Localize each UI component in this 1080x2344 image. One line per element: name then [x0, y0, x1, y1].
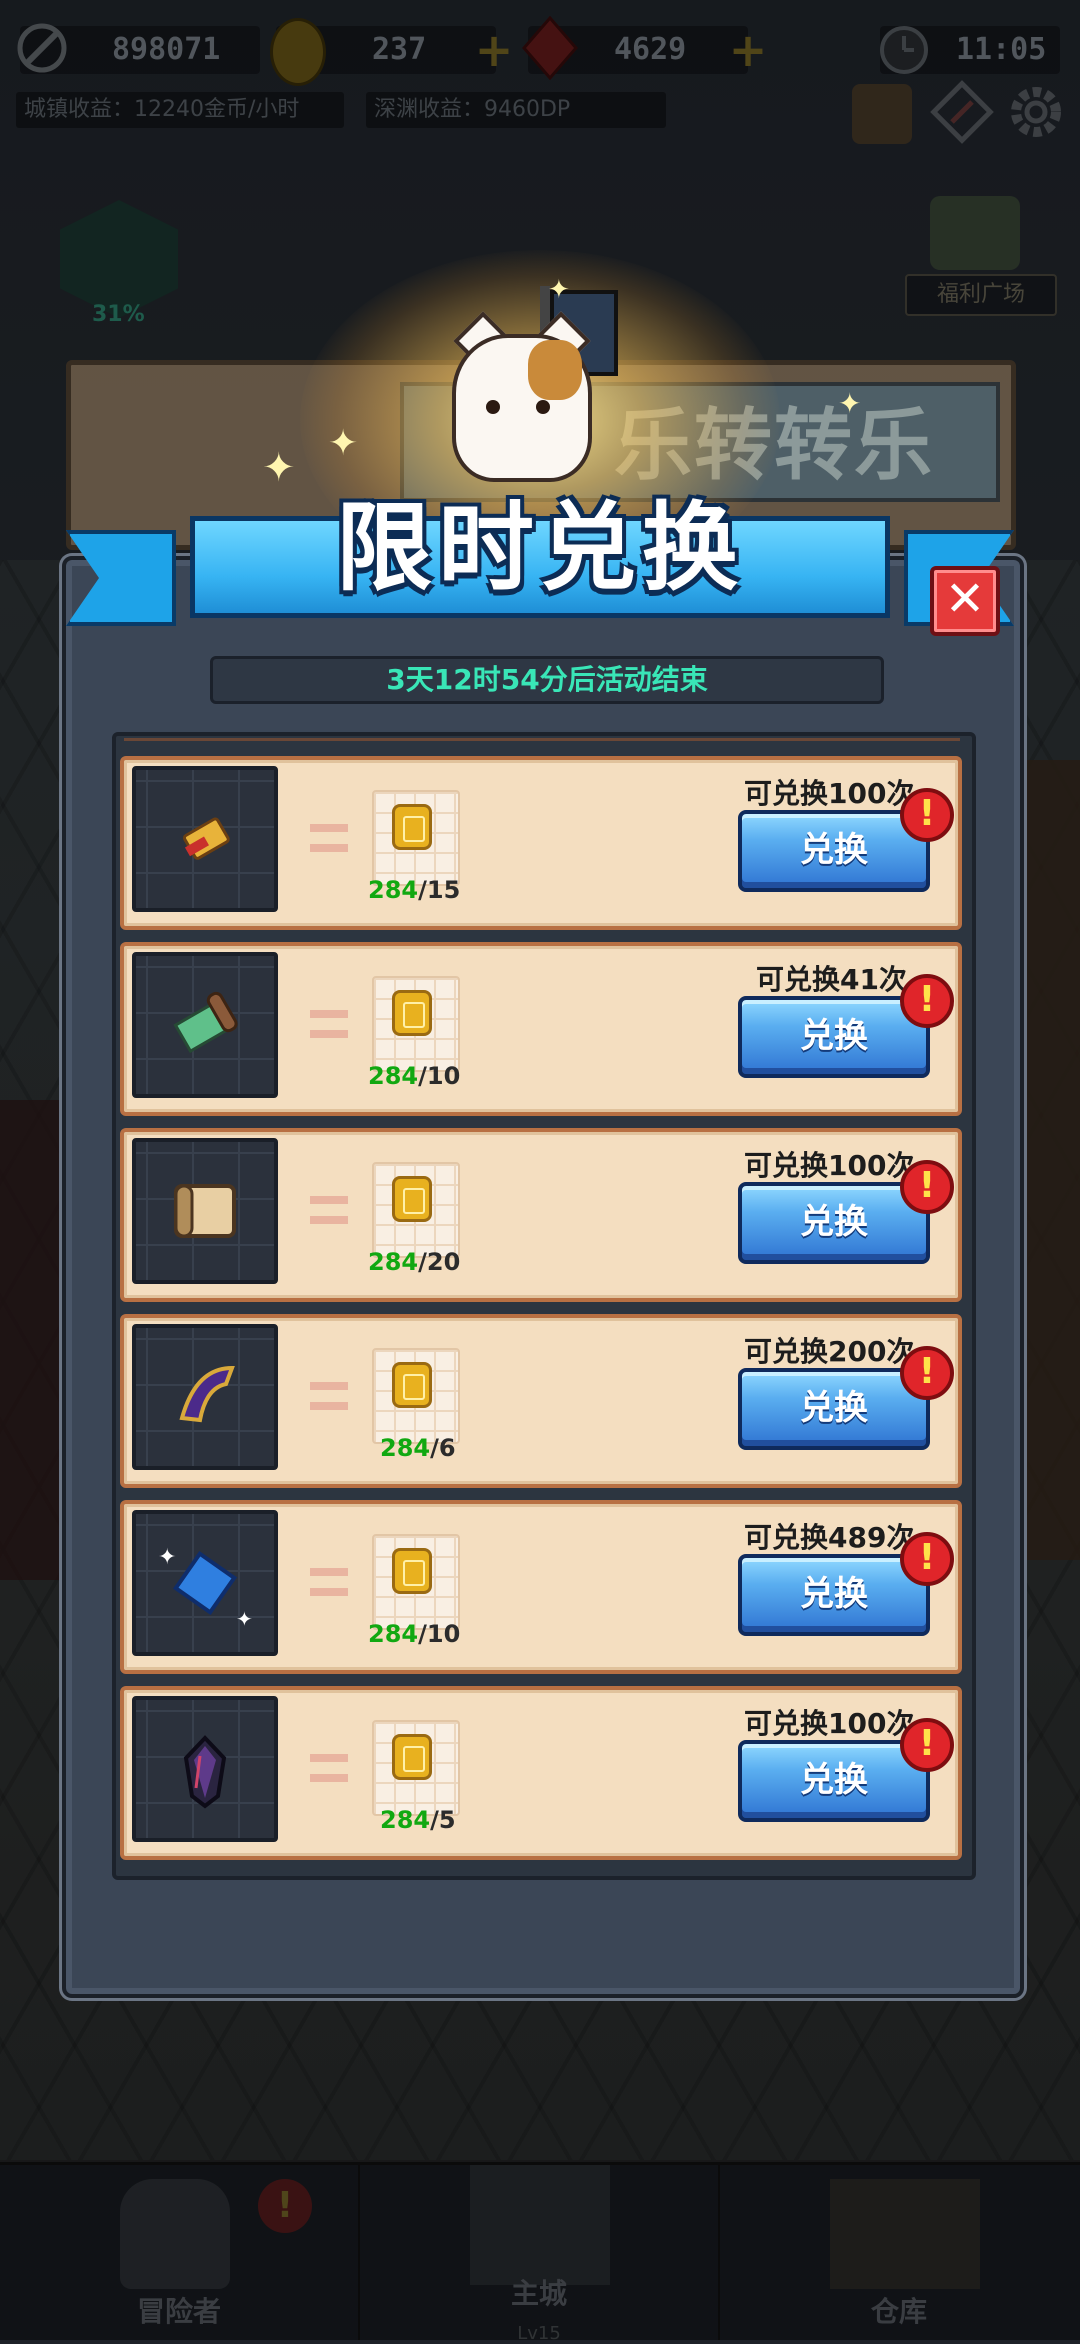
- panel-title: 限时兑换: [336, 492, 744, 604]
- reward-slot[interactable]: [132, 766, 278, 912]
- time-value: 11:05: [956, 32, 1047, 67]
- power-resource: 898071: [17, 23, 260, 74]
- equals-sign: [310, 1010, 348, 1040]
- reward-slot[interactable]: [132, 1324, 278, 1470]
- event-token-icon: [392, 1176, 432, 1222]
- gem-value: 4629: [614, 32, 687, 67]
- exchange-row: 284/10 可兑换41次 兑换 !: [120, 942, 962, 1116]
- exchange-row: 284/15 可兑换100次 兑换 !: [120, 756, 962, 930]
- clock-icon: [880, 26, 928, 74]
- gold-value: 237: [372, 32, 427, 67]
- nav-adventurer[interactable]: ! 冒险者: [0, 2165, 360, 2340]
- cost-count: 284/6: [380, 1434, 456, 1462]
- purple-scroll-icon: [179, 1365, 235, 1423]
- town-income: 城镇收益：12240金币/小时: [16, 92, 344, 128]
- cat-eye-right: [536, 400, 550, 414]
- blue-crystal-ticket-icon: ✦✦: [158, 1545, 253, 1631]
- abyss-progress-percent: 31%: [92, 302, 145, 327]
- event-token-icon: [392, 1362, 432, 1408]
- sparkle-icon: ✦: [328, 423, 359, 464]
- knight-helmet-icon: [120, 2179, 230, 2289]
- exchange-row: ✦ ✦ 284/10 可兑换489次 兑换 !: [120, 1500, 962, 1674]
- welfare-gift-icon[interactable]: [930, 196, 1020, 270]
- event-token-icon: [392, 1734, 432, 1780]
- gold-resource: 237 +: [270, 18, 513, 86]
- abyss-income: 深渊收益：9460DP: [366, 92, 666, 128]
- tag-icon: [183, 817, 230, 860]
- nav-main-city-level: Lv15: [517, 2323, 561, 2344]
- add-gem-button[interactable]: +: [728, 27, 768, 73]
- reward-slot[interactable]: [132, 952, 278, 1098]
- event-token-icon: [392, 804, 432, 850]
- sword-icon: [17, 23, 67, 73]
- castle-icon: [470, 2165, 610, 2285]
- nav-main-city[interactable]: 主城 Lv15: [360, 2165, 720, 2344]
- reward-slot[interactable]: ✦ ✦: [132, 1510, 278, 1656]
- equals-sign: [310, 1382, 348, 1412]
- cost-count: 284/10: [368, 1062, 461, 1090]
- background-building-right: [1020, 760, 1080, 1560]
- alert-badge: !: [900, 1532, 954, 1586]
- sparkle-icon: ✦: [838, 387, 862, 420]
- warehouse-icon: [830, 2179, 980, 2289]
- alert-badge: !: [900, 974, 954, 1028]
- sparkle-icon: ✦: [548, 275, 570, 305]
- add-gold-button[interactable]: +: [474, 27, 514, 73]
- exchange-row: 284/5 可兑换100次 兑换 !: [120, 1686, 962, 1860]
- exchange-row: 284/20 可兑换100次 兑换 !: [120, 1128, 962, 1302]
- nav-warehouse[interactable]: 仓库: [720, 2165, 1078, 2340]
- nav-main-city-label: 主城: [510, 2277, 567, 2310]
- alert-badge: !: [900, 788, 954, 842]
- nav-adventurer-label: 冒险者: [136, 2295, 221, 2328]
- gem-resource: 4629 +: [522, 16, 767, 80]
- gift-event-icon[interactable]: [852, 84, 912, 144]
- dark-gem-icon: [183, 1735, 227, 1809]
- cost-count: 284/15: [368, 876, 461, 904]
- alert-badge: !: [900, 1346, 954, 1400]
- red-gem-icon: [522, 16, 578, 80]
- event-token-icon: [392, 990, 432, 1036]
- clock: 11:05: [880, 26, 1060, 74]
- equals-sign: [310, 1754, 348, 1784]
- equals-sign: [310, 1568, 348, 1598]
- svg-text:✦: ✦: [236, 1607, 253, 1631]
- welfare-plaza-button[interactable]: 福利广场: [905, 274, 1057, 316]
- reward-slot[interactable]: [132, 1138, 278, 1284]
- gear-icon[interactable]: [1004, 80, 1068, 144]
- equals-sign: [310, 824, 348, 854]
- list-divider: [124, 738, 960, 749]
- power-value: 898071: [112, 32, 221, 67]
- reward-slot[interactable]: [132, 1696, 278, 1842]
- cost-count: 284/10: [368, 1620, 461, 1648]
- scroll-icon: [173, 991, 238, 1054]
- svg-text:✦: ✦: [158, 1545, 176, 1570]
- alert-badge: !: [900, 1718, 954, 1772]
- top-hud: 898071 237 + 4629 + 11:05 城镇收益：12240金币/小…: [0, 0, 1080, 144]
- cat-patch: [528, 340, 582, 400]
- compass-icon[interactable]: [930, 80, 994, 144]
- event-token-icon: [392, 1548, 432, 1594]
- cost-count: 284/20: [368, 1248, 461, 1276]
- alert-badge: !: [900, 1160, 954, 1214]
- cat-eye-left: [486, 400, 500, 414]
- event-countdown: 3天12时54分后活动结束: [210, 656, 884, 704]
- nav-warehouse-label: 仓库: [870, 2295, 927, 2328]
- equals-sign: [310, 1196, 348, 1226]
- gold-coin-icon: [270, 18, 326, 86]
- close-icon: ✕: [944, 571, 986, 627]
- map-scroll-icon: [174, 1184, 236, 1238]
- close-button[interactable]: ✕: [930, 566, 1000, 636]
- bottom-nav: ! 冒险者 主城 Lv15 仓库: [0, 2162, 1080, 2344]
- cost-count: 284/5: [380, 1806, 456, 1834]
- nav-alert-badge: !: [258, 2179, 312, 2233]
- exchange-row: 284/6 可兑换200次 兑换 !: [120, 1314, 962, 1488]
